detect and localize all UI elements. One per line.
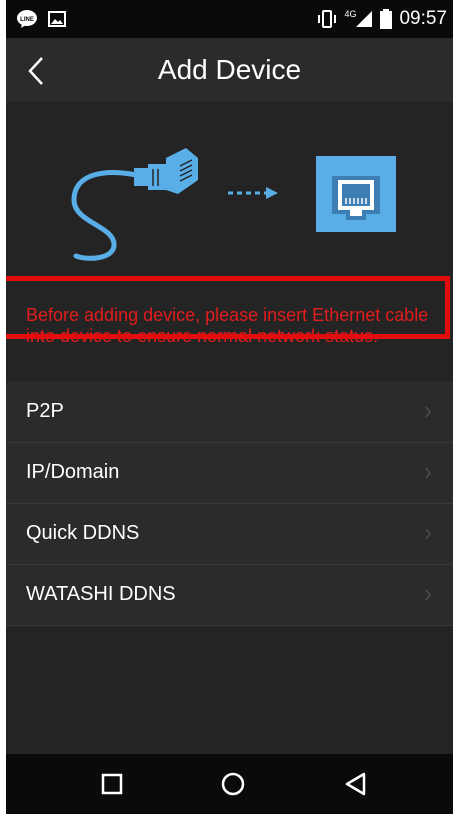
menu-item-label: Quick DDNS: [26, 522, 140, 544]
chevron-right-icon: [425, 589, 431, 601]
menu-item-quick-ddns[interactable]: Quick DDNS: [6, 504, 453, 565]
back-icon: [345, 772, 366, 796]
chevron-right-icon: [425, 528, 431, 540]
svg-text:LINE: LINE: [20, 17, 34, 23]
image-notification-icon: [48, 11, 66, 27]
vibrate-icon: [318, 10, 337, 28]
signal-icon: [356, 11, 373, 27]
menu-item-label: P2P: [26, 400, 64, 422]
menu-item-watashi-ddns[interactable]: WATASHI DDNS: [6, 565, 453, 626]
phone-screen: LINE 4G 09:57 Add Device Before adding d…: [6, 0, 453, 814]
home-button[interactable]: [217, 768, 249, 800]
network-type-label: 4G: [344, 9, 357, 19]
clock: 09:57: [399, 8, 447, 29]
ethernet-warning-text: Before adding device, please insert Ethe…: [26, 305, 429, 346]
recent-apps-button[interactable]: [96, 768, 128, 800]
page-title: Add Device: [157, 54, 302, 85]
ethernet-port-icon: [316, 156, 396, 232]
app-header: Add Device: [6, 38, 453, 102]
battery-icon: [380, 9, 393, 29]
main-content: Before adding device, please insert Ethe…: [6, 102, 453, 754]
dashed-arrow-icon: [228, 187, 278, 199]
ethernet-illustration: [71, 148, 396, 261]
home-icon: [221, 772, 245, 796]
menu-item-label: WATASHI DDNS: [26, 583, 176, 605]
navigation-bar: [6, 754, 453, 814]
recent-apps-icon: [101, 773, 123, 795]
add-method-list: P2P IP/Domain Quick DDNS WATASHI DDNS: [6, 382, 453, 626]
ethernet-cable-icon: [71, 148, 198, 261]
status-bar: LINE 4G 09:57: [6, 0, 453, 38]
menu-item-label: IP/Domain: [26, 461, 120, 483]
chevron-right-icon: [425, 406, 431, 418]
menu-item-ip-domain[interactable]: IP/Domain: [6, 443, 453, 504]
chevron-right-icon: [425, 467, 431, 479]
line-app-icon: LINE: [17, 10, 37, 28]
menu-item-p2p[interactable]: P2P: [6, 382, 453, 443]
nav-back-button[interactable]: [339, 768, 371, 800]
